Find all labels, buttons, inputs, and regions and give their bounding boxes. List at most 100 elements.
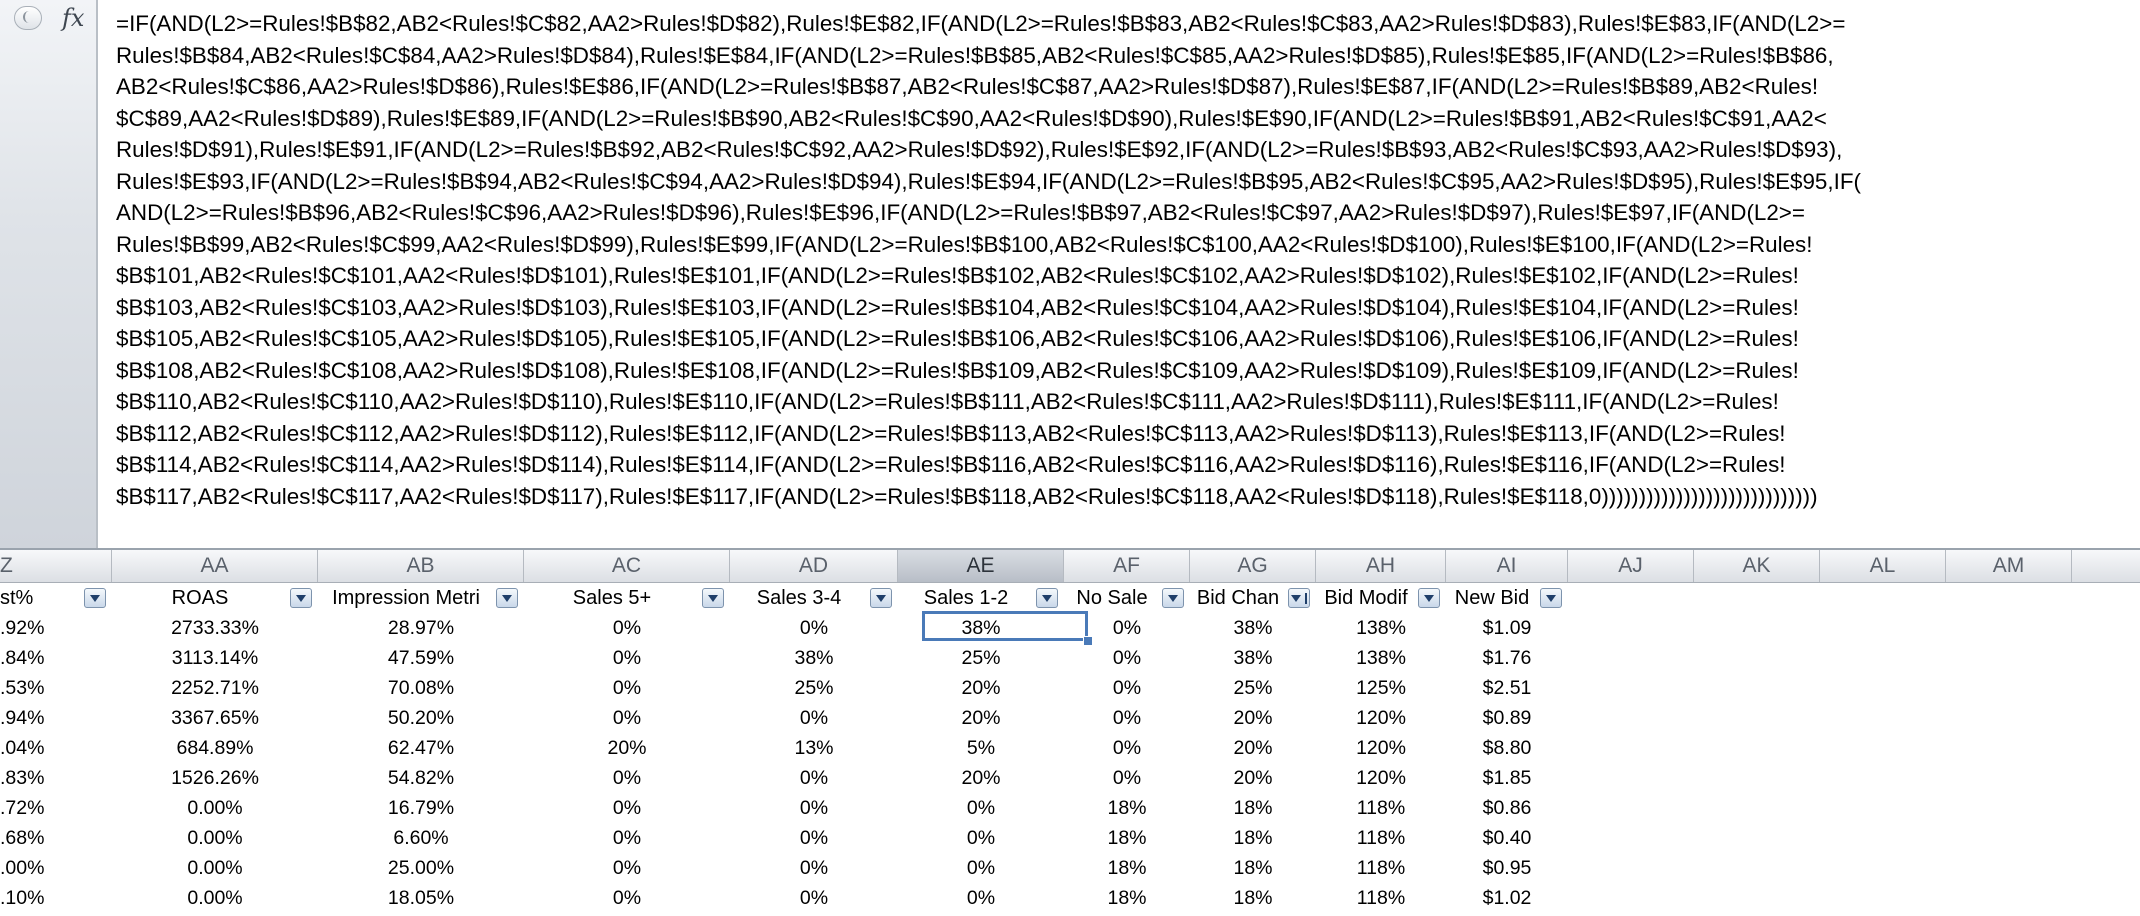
cell-z[interactable]: .53% [0,673,112,703]
cell-ah[interactable]: 120% [1316,733,1446,763]
cell-ai[interactable]: $0.95 [1446,853,1568,883]
cell-ac[interactable]: 0% [524,673,730,703]
cell-ac[interactable]: 0% [524,793,730,823]
cell-z[interactable]: .04% [0,733,112,763]
cell-ad[interactable]: 0% [730,613,898,643]
cell-ab[interactable]: 25.00% [318,853,524,883]
header-cell-ah[interactable]: Bid Modif [1316,583,1416,613]
cell-ai[interactable]: $2.51 [1446,673,1568,703]
cell-z[interactable]: .92% [0,613,112,643]
fill-handle[interactable] [1083,636,1093,646]
filter-dropdown-icon[interactable] [1162,588,1184,608]
cell-ae[interactable]: 20% [898,763,1064,793]
cell-ai[interactable]: $1.09 [1446,613,1568,643]
cell-ah[interactable]: 125% [1316,673,1446,703]
cell-ai[interactable]: $0.86 [1446,793,1568,823]
cell-ae[interactable]: 5% [898,733,1064,763]
column-header-aj[interactable]: AJ [1568,550,1694,582]
cell-ac[interactable]: 0% [524,643,730,673]
cell-ab[interactable]: 70.08% [318,673,524,703]
cell-ab[interactable]: 18.05% [318,883,524,913]
insert-function-button[interactable]: fx [62,4,84,32]
column-header-ab[interactable]: AB [318,550,524,582]
header-cell-aa[interactable]: ROAS [112,583,288,613]
cell-aa[interactable]: 1526.26% [112,763,318,793]
column-header-am[interactable]: AM [1946,550,2072,582]
cell-ag[interactable]: 18% [1190,853,1316,883]
cell-ai[interactable]: $1.85 [1446,763,1568,793]
cell-ad[interactable]: 0% [730,823,898,853]
column-header-al[interactable]: AL [1820,550,1946,582]
cell-ag[interactable]: 20% [1190,733,1316,763]
cell-ae[interactable]: 0% [898,823,1064,853]
cell-af[interactable]: 18% [1064,853,1190,883]
cell-aa[interactable]: 0.00% [112,853,318,883]
header-cell-af[interactable]: No Sale [1064,583,1160,613]
filter-dropdown-icon[interactable] [290,588,312,608]
cell-z[interactable]: .00% [0,853,112,883]
cell-ag[interactable]: 20% [1190,763,1316,793]
cell-ab[interactable]: 62.47% [318,733,524,763]
sort-filter-dropdown-icon[interactable] [1288,588,1310,608]
column-header-af[interactable]: AF [1064,550,1190,582]
cell-af[interactable]: 0% [1064,733,1190,763]
cell-ab[interactable]: 16.79% [318,793,524,823]
formula-input[interactable]: =IF(AND(L2>=Rules!$B$82,AB2<Rules!$C$82,… [116,8,2126,540]
cell-ab[interactable]: 47.59% [318,643,524,673]
cell-af[interactable]: 0% [1064,763,1190,793]
cell-af[interactable]: 18% [1064,823,1190,853]
cell-aa[interactable]: 2733.33% [112,613,318,643]
column-header-ai[interactable]: AI [1446,550,1568,582]
cell-aa[interactable]: 0.00% [112,883,318,913]
cell-ab[interactable]: 50.20% [318,703,524,733]
cell-aa[interactable]: 3113.14% [112,643,318,673]
cell-ae[interactable]: 20% [898,673,1064,703]
column-header-ah[interactable]: AH [1316,550,1446,582]
filter-dropdown-icon[interactable] [1418,588,1440,608]
cell-ae[interactable]: 0% [898,853,1064,883]
column-header-z[interactable]: Z [0,550,112,582]
cell-ad[interactable]: 13% [730,733,898,763]
cell-z[interactable]: .83% [0,763,112,793]
header-cell-ad[interactable]: Sales 3-4 [730,583,868,613]
cell-ad[interactable]: 0% [730,763,898,793]
header-cell-ag[interactable]: Bid Chan [1190,583,1286,613]
cell-af[interactable]: 0% [1064,643,1190,673]
cell-aa[interactable]: 684.89% [112,733,318,763]
cell-ac[interactable]: 20% [524,733,730,763]
cell-ac[interactable]: 0% [524,823,730,853]
cell-ai[interactable]: $1.02 [1446,883,1568,913]
cell-ag[interactable]: 20% [1190,703,1316,733]
cell-ae[interactable]: 0% [898,793,1064,823]
cell-ad[interactable]: 38% [730,643,898,673]
cell-ag[interactable]: 18% [1190,793,1316,823]
cell-z[interactable]: .10% [0,883,112,913]
cell-aa[interactable]: 0.00% [112,793,318,823]
cell-ab[interactable]: 6.60% [318,823,524,853]
cell-ai[interactable]: $0.89 [1446,703,1568,733]
filter-dropdown-icon[interactable] [84,588,106,608]
cell-ah[interactable]: 118% [1316,883,1446,913]
cell-ag[interactable]: 18% [1190,823,1316,853]
header-cell-ai[interactable]: New Bid [1446,583,1538,613]
cell-af[interactable]: 18% [1064,883,1190,913]
cell-ad[interactable]: 0% [730,793,898,823]
column-header-aa[interactable]: AA [112,550,318,582]
cell-ag[interactable]: 25% [1190,673,1316,703]
cell-ae[interactable]: 0% [898,883,1064,913]
column-header-ak[interactable]: AK [1694,550,1820,582]
column-header-ae[interactable]: AE [898,550,1064,582]
filter-dropdown-icon[interactable] [702,588,724,608]
cell-ag[interactable]: 38% [1190,613,1316,643]
cell-ac[interactable]: 0% [524,883,730,913]
cell-z[interactable]: .84% [0,643,112,673]
cell-ae[interactable]: 25% [898,643,1064,673]
formula-bar-toggle-icon[interactable] [14,6,42,30]
cell-ad[interactable]: 0% [730,853,898,883]
cell-aa[interactable]: 2252.71% [112,673,318,703]
active-cell-selection[interactable] [922,611,1088,641]
filter-dropdown-icon[interactable] [870,588,892,608]
cell-ac[interactable]: 0% [524,763,730,793]
cell-ah[interactable]: 120% [1316,703,1446,733]
cell-af[interactable]: 18% [1064,793,1190,823]
